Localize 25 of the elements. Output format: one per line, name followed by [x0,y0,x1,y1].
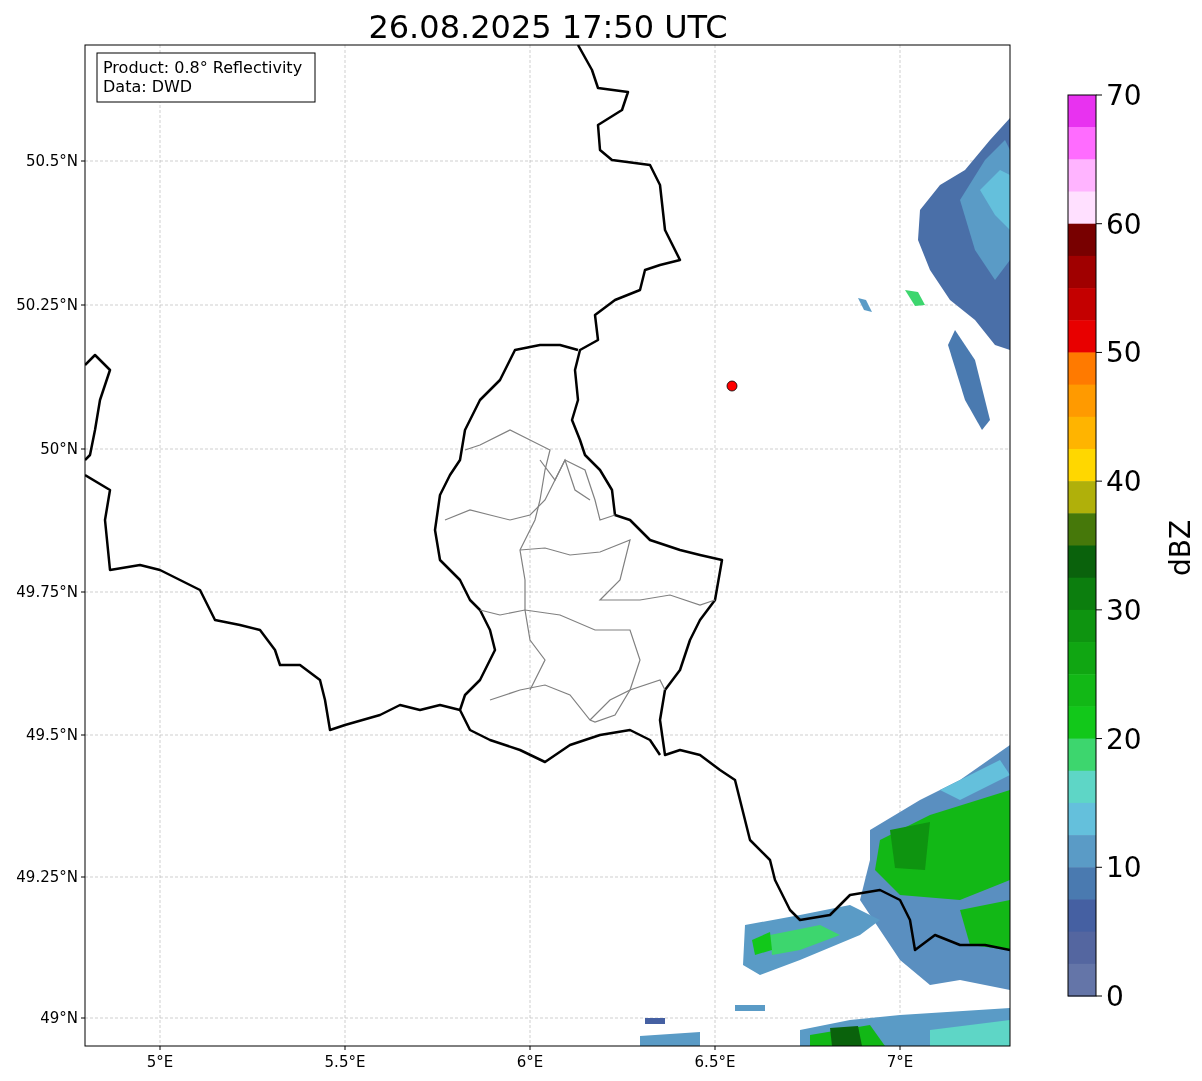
colorbar-tick-label: 20 [1106,722,1142,756]
info-text: Product: 0.8° Reflectivity [103,58,303,77]
longitude-label: 5°E [146,1053,174,1071]
latitude-label: 49.5°N [25,726,78,744]
colorbar-tick-label: 70 [1106,79,1142,112]
latitude-label: 49.25°N [16,868,78,886]
colorbar-tick-label: 60 [1106,207,1142,241]
longitude-label: 6°E [516,1053,544,1071]
latitude-label: 50.5°N [25,152,78,170]
colorbar-tick-label: 30 [1106,593,1142,627]
latitude-label: 50°N [40,440,78,458]
latitude-label: 49°N [40,1009,78,1027]
longitude-label: 5.5°E [324,1053,366,1071]
info-text: Data: DWD [103,77,193,96]
colorbar-tick-label: 10 [1106,851,1142,885]
longitude-label: 7°E [886,1053,914,1071]
colorbar-label: dBZ [1164,519,1197,577]
latitude-label: 49.75°N [16,583,78,601]
latitude-label: 50.25°N [16,296,78,314]
longitude-label: 6.5°E [694,1053,736,1071]
colorbar-tick-label: 0 [1106,980,1124,1013]
colorbar-tick-label: 50 [1106,336,1142,370]
colorbar-tick-label: 40 [1106,465,1142,499]
chart-title: 26.08.2025 17:50 UTC [368,8,728,46]
radar-site-marker [726,380,738,392]
